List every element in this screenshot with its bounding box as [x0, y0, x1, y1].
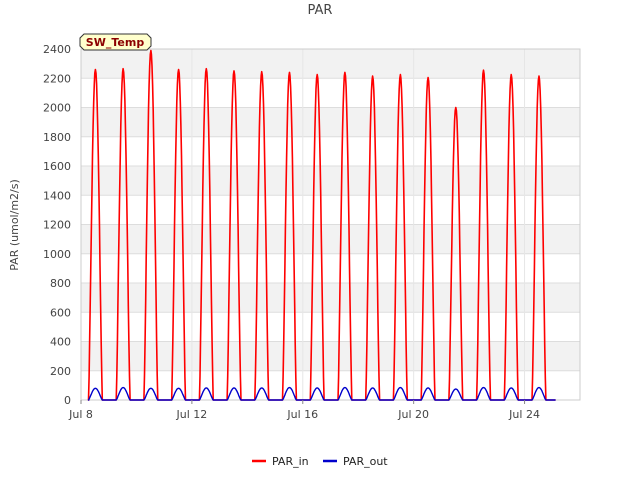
x-tick-label: Jul 8 [68, 408, 93, 421]
x-tick-label: Jul 20 [397, 408, 429, 421]
series-line-par-out [87, 386, 556, 401]
x-tick-label: Jul 12 [176, 408, 208, 421]
site-badge: SW_Temp [79, 33, 152, 51]
x-axis-ticks: Jul 8 Jul 12 Jul 16 Jul 20 Jul 24 [68, 400, 540, 421]
x-tick-label: Jul 16 [286, 408, 318, 421]
x-tick-label: Jul 24 [508, 408, 540, 421]
y-tick-label: 1800 [43, 131, 71, 144]
background-band [81, 107, 580, 137]
y-tick-label: 1000 [43, 248, 71, 261]
y-axis-label: PAR (umol/m2/s) [8, 179, 21, 271]
y-tick-label: 400 [50, 336, 71, 349]
y-tick-label: 2200 [43, 72, 71, 85]
y-tick-label: 2400 [43, 43, 71, 56]
y-tick-label: 0 [64, 394, 71, 407]
y-tick-label: 2000 [43, 102, 71, 115]
par-chart: 0 200 400 600 800 1000 1200 1400 1600 1800 2000 220… [8, 3, 581, 468]
y-tick-label: 1200 [43, 219, 71, 232]
y-tick-label: 1400 [43, 189, 71, 202]
y-tick-label: 600 [50, 306, 71, 319]
y-tick-label: 800 [50, 277, 71, 290]
legend-label-par-out: PAR_out [343, 455, 388, 468]
y-tick-label: 200 [50, 365, 71, 378]
background-band [81, 49, 580, 79]
y-tick-label: 1600 [43, 160, 71, 173]
background-band [81, 166, 580, 196]
chart-title: PAR [308, 3, 333, 18]
legend-label-par-in: PAR_in [272, 455, 309, 468]
site-badge-label: SW_Temp [86, 36, 145, 49]
y-axis-ticks: 0 200 400 600 800 1000 1200 1400 1600 1800 2000 220… [43, 43, 71, 407]
legend: PAR_in PAR_out [252, 455, 388, 468]
